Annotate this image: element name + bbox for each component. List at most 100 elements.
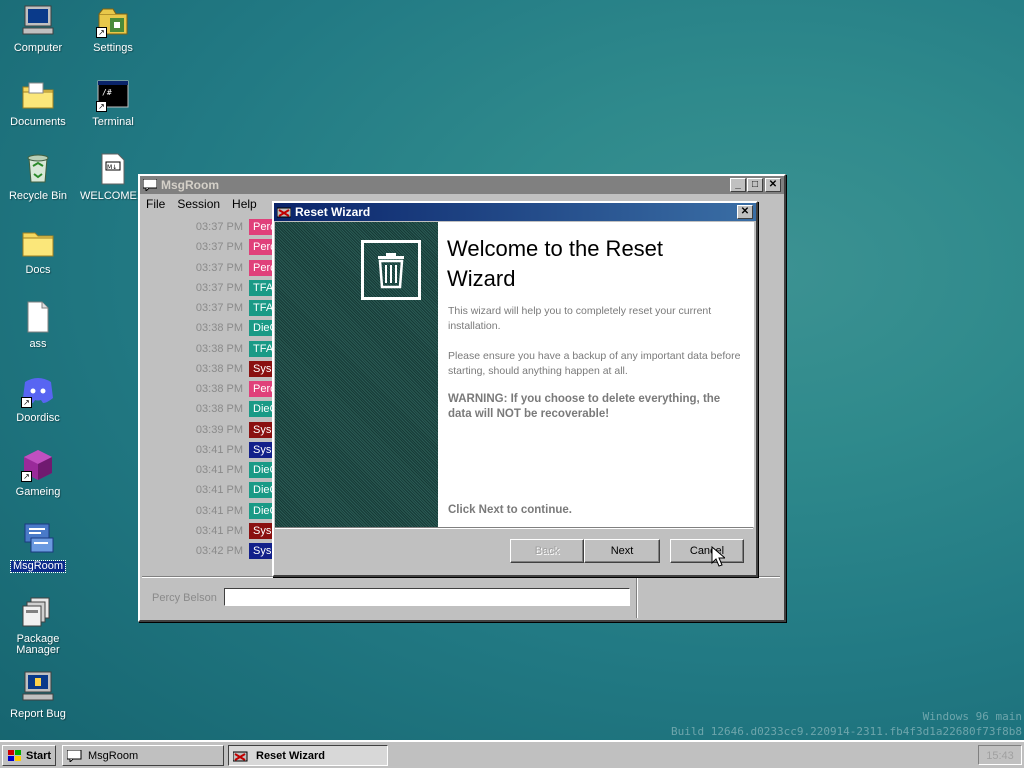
message-time: 03:42 PM — [195, 545, 243, 557]
desktop-icon-label: Doordisc — [16, 412, 60, 424]
close-icon: ✕ — [768, 179, 778, 190]
desktop-icon-gameing[interactable]: ↗ Gameing — [0, 448, 76, 498]
wizard-content: Welcome to the Reset Wizard This wizard … — [438, 222, 754, 527]
wizard-intro-text: This wizard will help you to completely … — [448, 305, 712, 332]
message-time: 03:41 PM — [195, 484, 243, 497]
desktop-icon-label: Docs — [25, 264, 51, 276]
desktop-icon-docs[interactable]: Docs — [0, 226, 76, 276]
blank-file-icon — [21, 300, 55, 334]
svg-text:/#: /# — [102, 88, 112, 97]
close-icon: ✕ — [740, 206, 750, 217]
wizard-title: Reset Wizard — [295, 205, 371, 219]
message-time: 03:38 PM — [195, 403, 243, 416]
desktop-icon-label: Report Bug — [10, 708, 66, 720]
task-msgroom[interactable]: MsgRoom — [62, 745, 224, 766]
trash-can-icon — [361, 240, 421, 300]
desktop-icon-label: MsgRoom — [9, 560, 67, 573]
message-time: 03:37 PM — [195, 261, 243, 274]
message-time: 03:37 PM — [195, 302, 243, 314]
package-icon — [21, 596, 55, 630]
computer-icon — [21, 4, 55, 38]
desktop-icon-recycle-bin[interactable]: Recycle Bin — [0, 152, 76, 202]
minimize-icon: _ — [735, 179, 741, 190]
terminal-icon: /# ↗ — [96, 78, 130, 112]
maximize-button[interactable]: □ — [747, 178, 763, 192]
next-button[interactable]: Next — [584, 539, 660, 563]
message-time: 03:38 PM — [195, 342, 243, 355]
desktop-icon-computer[interactable]: Computer — [0, 4, 76, 54]
wizard-side-panel — [275, 222, 438, 527]
reset-wizard-dialog: Reset Wizard ✕ Welcome to the Reset Wiza… — [272, 201, 758, 577]
start-logo-icon — [8, 749, 21, 761]
discord-icon: ↗ — [21, 374, 55, 408]
bug-report-icon — [21, 670, 55, 704]
wizard-app-icon — [277, 207, 291, 218]
desktop-icon-terminal[interactable]: /# ↗ Terminal — [75, 78, 151, 128]
wizard-titlebar[interactable]: Reset Wizard ✕ — [274, 203, 756, 221]
shortcut-arrow-icon: ↗ — [21, 397, 32, 408]
message-time: 03:41 PM — [195, 524, 243, 537]
desktop-icon-label: Recycle Bin — [8, 190, 68, 202]
settings-icon: ↗ — [96, 4, 130, 38]
start-button[interactable]: Start — [2, 745, 56, 766]
desktop-icon-report-bug[interactable]: Report Bug — [0, 670, 76, 720]
wizard-heading: Welcome to the Reset Wizard — [447, 236, 664, 291]
chat-bubble-icon — [143, 179, 157, 191]
maximize-icon: □ — [751, 179, 759, 190]
nickname-label: Percy Belson — [152, 592, 217, 604]
mouse-cursor-icon — [711, 546, 725, 567]
minimize-button[interactable]: _ — [730, 178, 746, 192]
task-label: MsgRoom — [88, 749, 139, 762]
back-button[interactable]: Back — [510, 539, 584, 563]
message-time: 03:38 PM — [195, 383, 243, 395]
start-label: Start — [26, 749, 52, 762]
menu-file[interactable]: File — [146, 197, 165, 211]
wizard-warning-text: WARNING: If you choose to delete everyth… — [448, 393, 721, 420]
system-tray-clock[interactable]: 15:43 — [978, 745, 1022, 765]
message-time: 03:37 PM — [195, 221, 243, 233]
wizard-close-button[interactable]: ✕ — [737, 205, 753, 219]
cancel-button[interactable]: Cancel — [670, 539, 744, 563]
shortcut-arrow-icon: ↗ — [96, 101, 107, 112]
desktop-icon-label: Settings — [93, 42, 133, 54]
desktop-icon-label: Terminal — [92, 116, 134, 128]
desktop-icon-msgroom[interactable]: MsgRoom — [0, 522, 76, 573]
menu-session[interactable]: Session — [177, 197, 220, 211]
svg-text:M↓: M↓ — [107, 164, 117, 171]
wizard-backup-text: Please ensure you have a backup of any i… — [448, 350, 741, 377]
message-time: 03:41 PM — [195, 464, 243, 476]
cube-icon: ↗ — [21, 448, 55, 482]
message-time: 03:37 PM — [195, 281, 243, 294]
desktop-icon-documents[interactable]: Documents — [0, 78, 76, 128]
watermark-os-name: Windows 96 main — [922, 710, 1022, 723]
shortcut-arrow-icon: ↗ — [21, 471, 32, 482]
msgroom-titlebar[interactable]: MsgRoom _ □ ✕ — [140, 176, 784, 194]
taskbar: Start MsgRoom Reset Wizard 15:43 — [0, 740, 1024, 768]
desktop-icon-label: Documents — [10, 116, 66, 128]
desktop-icon-doordisc[interactable]: ↗ Doordisc — [0, 374, 76, 424]
desktop-icon-ass[interactable]: ass — [0, 300, 76, 350]
message-time: 03:38 PM — [195, 362, 243, 375]
msgroom-title: MsgRoom — [161, 178, 219, 192]
desktop-icon-label: Gameing — [15, 486, 61, 498]
chat-bubble-icon — [67, 749, 82, 762]
menu-help[interactable]: Help — [232, 197, 257, 211]
message-time: 03:41 PM — [195, 504, 243, 517]
message-time: 03:37 PM — [195, 241, 243, 254]
wizard-app-icon — [233, 751, 248, 761]
document-icon: M↓ — [96, 152, 130, 186]
wizard-continue-text: Click Next to continue. — [448, 504, 572, 516]
message-time: 03:41 PM — [195, 443, 243, 456]
desktop-icon-package-manager[interactable]: Package Manager — [0, 596, 76, 656]
task-label: Reset Wizard — [256, 749, 325, 762]
desktop-icon-settings[interactable]: ↗ Settings — [75, 4, 151, 54]
message-time: 03:39 PM — [195, 423, 243, 436]
message-time: 03:38 PM — [195, 322, 243, 335]
close-button[interactable]: ✕ — [765, 178, 781, 192]
watermark-build: Build 12646.d0233cc9.220914-2311.fb4f3d1… — [671, 725, 1022, 738]
task-reset-wizard[interactable]: Reset Wizard — [228, 745, 388, 766]
desktop-icon-label: Package Manager — [16, 633, 60, 656]
message-input[interactable] — [224, 588, 630, 606]
input-area-divider — [636, 578, 638, 618]
desktop-icon-label: Computer — [13, 42, 63, 54]
